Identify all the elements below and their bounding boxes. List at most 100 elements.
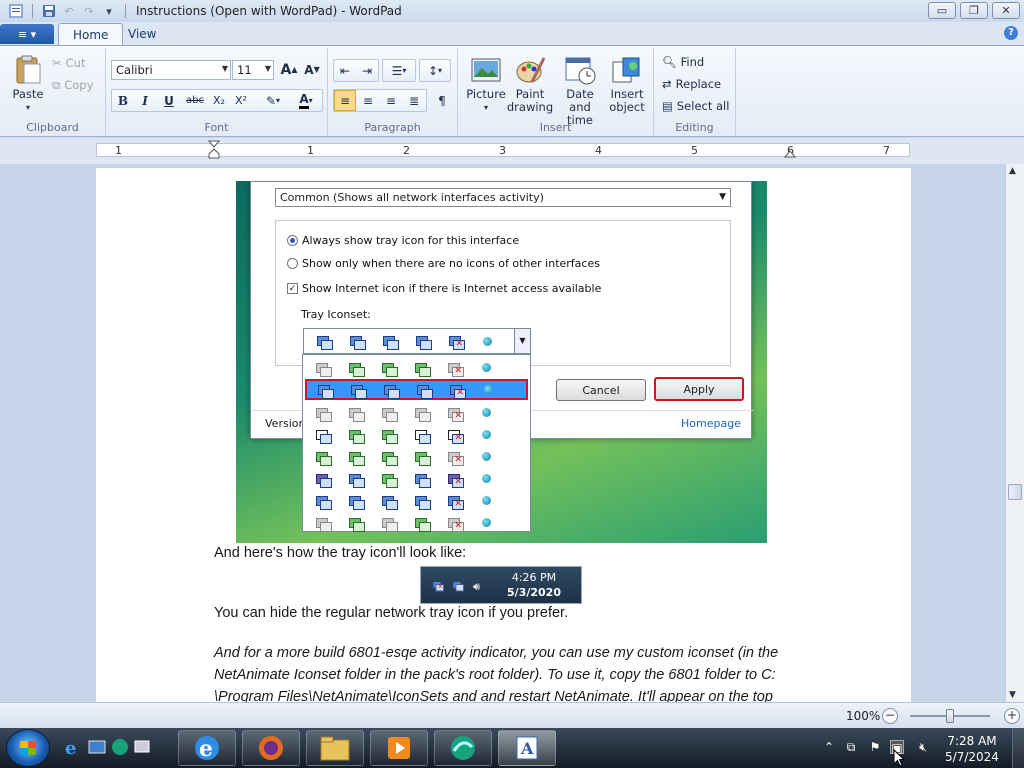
grow-font-icon: A xyxy=(280,61,292,78)
save-icon[interactable] xyxy=(39,2,59,20)
align-center-icon[interactable]: ≡ xyxy=(357,90,379,111)
close-button[interactable]: ✕ xyxy=(992,2,1020,19)
network-grey-icon xyxy=(348,407,365,422)
indent-marker-icon[interactable] xyxy=(208,140,220,162)
taskbar-media-player[interactable] xyxy=(370,730,428,766)
paragraph-group-label: Paragraph xyxy=(364,121,421,134)
superscript-button[interactable]: X² xyxy=(230,90,252,111)
show-desktop-quicklaunch-icon[interactable] xyxy=(87,737,107,757)
undo-icon[interactable]: ↶ xyxy=(59,2,79,20)
vertical-scrollbar[interactable]: ▲ ▼ xyxy=(1005,164,1024,702)
window-switcher-quicklaunch-icon[interactable] xyxy=(133,737,153,757)
scroll-down-icon[interactable]: ▼ xyxy=(1009,690,1016,700)
volume-muted-icon[interactable]: 🔇︎ xyxy=(916,740,930,754)
decrease-indent-icon[interactable]: ⇤ xyxy=(334,60,356,81)
justify-icon[interactable]: ≣ xyxy=(403,90,425,111)
highlight-color-button[interactable]: ✎ ▾ xyxy=(256,90,290,111)
line-spacing-icon[interactable]: ↕ ▾ xyxy=(420,60,450,81)
paint-palette-icon xyxy=(516,57,546,83)
globe-icon xyxy=(484,385,493,394)
scroll-up-icon[interactable]: ▲ xyxy=(1009,166,1016,176)
ruler[interactable]: 1 1 2 3 4 5 6 7 xyxy=(0,138,1024,164)
minimize-button[interactable]: ▭ xyxy=(928,2,956,19)
insert-group-label: Insert xyxy=(539,121,572,134)
cut-button[interactable]: ✂ Cut xyxy=(52,54,85,72)
iconset-dropdown-list xyxy=(302,354,531,532)
globe-icon xyxy=(482,430,491,439)
strikethrough-button[interactable]: abc xyxy=(182,90,208,111)
right-indent-marker-icon[interactable] xyxy=(784,148,796,158)
ruler-number: 7 xyxy=(883,144,890,157)
wordpad-app-icon[interactable] xyxy=(6,2,26,20)
align-right-icon[interactable]: ≡ xyxy=(380,90,402,111)
font-size-value: 11 xyxy=(237,63,252,77)
zoom-in-button[interactable]: + xyxy=(1004,708,1020,724)
network-disconnected-icon xyxy=(447,429,464,444)
find-button[interactable]: 🔍︎ Find xyxy=(662,53,704,71)
taskbar-explorer[interactable] xyxy=(306,730,364,766)
document-page[interactable]: Common (Shows all network interfaces act… xyxy=(96,168,911,702)
checkbox-checked-icon: ✓ xyxy=(287,283,298,294)
customize-qat-icon[interactable]: ▾ xyxy=(99,2,119,20)
network-icon xyxy=(315,495,332,510)
action-center-flag-icon[interactable]: ⚑ xyxy=(868,740,882,754)
network-disconnected-icon xyxy=(447,407,464,422)
network-tray-icon[interactable]: ⧉ xyxy=(844,740,858,754)
font-family-select[interactable]: Calibri ▼ xyxy=(111,60,231,80)
paint-drawing-button[interactable]: Paint drawing xyxy=(507,54,553,114)
application-menu-button[interactable]: ≡ ▾ xyxy=(0,24,54,44)
select-all-icon: ▤ xyxy=(662,99,673,113)
paragraph-settings-icon[interactable]: ¶ xyxy=(431,90,453,111)
shrink-font-button[interactable]: A ▼ xyxy=(301,59,323,80)
scissors-icon: ✂ xyxy=(52,56,62,70)
show-hidden-icons-icon[interactable]: ⌃ xyxy=(822,740,836,754)
italic-button[interactable]: I xyxy=(134,90,156,111)
chevron-down-icon: ▼ xyxy=(264,64,271,73)
scroll-thumb[interactable] xyxy=(1008,484,1022,500)
font-group-label: Font xyxy=(204,121,229,134)
mouse-cursor-icon xyxy=(893,749,906,767)
insert-group: Picture ▾ Paint drawing Date and time In… xyxy=(458,48,654,136)
show-desktop-button[interactable] xyxy=(1012,728,1024,768)
netanimate-quicklaunch-icon[interactable] xyxy=(110,737,130,757)
copy-button[interactable]: ⧉ Copy xyxy=(52,76,93,94)
bullets-list-icon[interactable]: ☰ ▾ xyxy=(384,60,414,81)
text-color-button[interactable]: A ▾ xyxy=(290,90,322,111)
align-left-icon[interactable]: ≡ xyxy=(334,90,356,111)
underline-button[interactable]: U xyxy=(158,90,180,111)
zoom-slider-thumb[interactable] xyxy=(946,709,954,723)
network-icon xyxy=(348,473,365,488)
taskbar-firefox[interactable] xyxy=(242,730,300,766)
maximize-button[interactable]: ❐ xyxy=(960,2,988,19)
help-icon[interactable]: ? xyxy=(1004,26,1018,40)
datetime-label-line1: Date and xyxy=(566,87,594,114)
insert-object-button[interactable]: Insert object xyxy=(606,54,648,114)
bold-button[interactable]: B xyxy=(112,90,134,111)
option-always-show: Always show tray icon for this interface xyxy=(287,234,519,247)
replace-button[interactable]: ⇄ Replace xyxy=(662,75,721,93)
tab-view[interactable]: View xyxy=(114,23,170,45)
iconset-option-selected xyxy=(305,379,528,400)
ruler-number: 2 xyxy=(403,144,410,157)
date-time-button[interactable]: Date and time xyxy=(554,54,606,127)
quick-access-toolbar: ↶ ↷ ▾ xyxy=(0,0,132,22)
paste-button[interactable]: Paste ▾ xyxy=(8,54,48,114)
increase-indent-icon[interactable]: ⇥ xyxy=(356,60,378,81)
font-size-select[interactable]: 11 ▼ xyxy=(232,60,274,80)
internet-explorer-quicklaunch-icon[interactable]: e xyxy=(63,737,83,759)
globe-icon xyxy=(482,474,491,483)
interface-select-value: Common (Shows all network interfaces act… xyxy=(280,191,544,204)
zoom-out-button[interactable]: − xyxy=(882,708,898,724)
taskbar-netanimate[interactable] xyxy=(434,730,492,766)
network-icon xyxy=(349,336,366,350)
picture-button[interactable]: Picture ▾ xyxy=(466,54,506,114)
select-all-button[interactable]: ▤ Select all xyxy=(662,97,729,115)
redo-icon[interactable]: ↷ xyxy=(79,2,99,20)
start-button[interactable] xyxy=(6,729,50,767)
status-bar: 100% − + xyxy=(0,702,1024,728)
taskbar-wordpad[interactable]: A xyxy=(498,730,556,766)
subscript-button[interactable]: X₂ xyxy=(208,90,230,111)
grow-font-button[interactable]: A ▲ xyxy=(278,59,300,80)
taskbar-internet-explorer[interactable]: e xyxy=(178,730,236,766)
taskbar-clock[interactable]: 7:28 AM 5/7/2024 xyxy=(936,733,1008,765)
